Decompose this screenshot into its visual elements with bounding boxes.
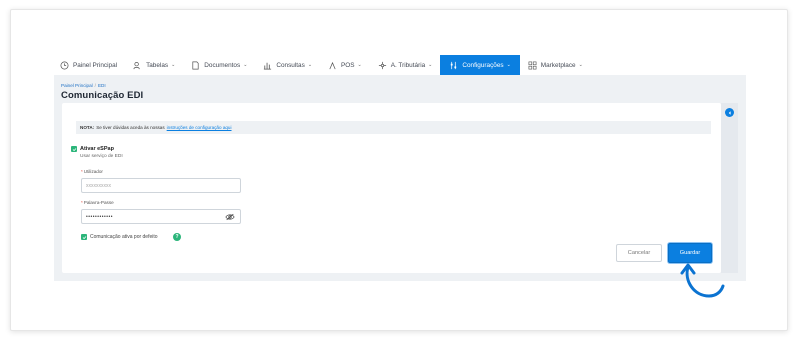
nav-item-configuracoes[interactable]: Configurações ⌄	[440, 55, 520, 75]
password-label-text: Palavra-Passe	[83, 200, 114, 205]
nav-item-documentos[interactable]: Documentos ⌄	[183, 55, 255, 75]
chevron-down-icon: ⌄	[428, 62, 433, 68]
nav-label: A. Tributária	[390, 61, 426, 69]
collapse-panel-icon[interactable]	[725, 108, 734, 117]
nav-item-painel-principal[interactable]: Painel Principal	[54, 55, 125, 75]
nav-label: Documentos	[204, 61, 241, 69]
nav-item-tabelas[interactable]: Tabelas ⌄	[125, 55, 183, 75]
default-communication-label: Comunicação ativa por defeito	[90, 234, 158, 240]
enable-espap-label: Ativar eSPap	[80, 146, 114, 152]
nav-item-consultas[interactable]: Consultas ⌄	[255, 55, 320, 75]
password-label: *Palavra-Passe	[81, 200, 114, 205]
network-icon	[378, 61, 387, 70]
breadcrumb-separator: /	[94, 83, 96, 88]
chevron-down-icon: ⌄	[243, 62, 248, 68]
clock-icon	[60, 61, 69, 70]
nav-item-a-tributaria[interactable]: A. Tributária ⌄	[370, 55, 441, 75]
nav-label: POS	[341, 61, 355, 69]
required-marker: *	[81, 200, 83, 205]
curved-arrow-icon	[680, 263, 725, 298]
breadcrumb-home[interactable]: Painel Principal	[61, 83, 93, 88]
enable-espap-description: Usar serviço de EDI	[80, 154, 123, 159]
default-communication-checkbox[interactable]	[81, 234, 87, 240]
username-label: *Utilizador	[81, 169, 103, 174]
save-button[interactable]: Guardar	[668, 243, 712, 263]
breadcrumb-current[interactable]: EDI	[98, 83, 106, 88]
nav-label: Configurações	[462, 61, 504, 69]
username-input[interactable]: xxxxxxxxxx	[81, 178, 241, 193]
breadcrumb: Painel Principal / EDI	[61, 83, 106, 88]
document-icon	[191, 61, 200, 70]
note-text: Se tiver dúvidas aceda às nossas	[96, 125, 165, 130]
chevron-down-icon: ⌄	[171, 62, 176, 68]
cancel-button[interactable]: Cancelar	[616, 244, 662, 262]
nav-item-pos[interactable]: POS ⌄	[320, 55, 370, 75]
password-input[interactable]: ••••••••••••	[81, 209, 241, 224]
nav-label: Tabelas	[146, 61, 169, 69]
chevron-down-icon: ⌄	[578, 62, 583, 68]
nav-label: Consultas	[276, 61, 305, 69]
top-navigation: Painel Principal Tabelas ⌄ Documentos ⌄ …	[54, 55, 746, 75]
nav-item-marketplace[interactable]: Marketplace ⌄	[520, 55, 591, 75]
grid-icon	[528, 61, 537, 70]
users-icon	[133, 61, 142, 70]
chevron-down-icon: ⌄	[307, 62, 313, 68]
username-value: xxxxxxxxxx	[86, 182, 111, 189]
settings-panel: NOTA: Se tiver dúvidas aceda às nossas i…	[62, 103, 721, 273]
note-prefix: NOTA:	[80, 125, 95, 130]
chevron-down-icon: ⌄	[506, 62, 511, 68]
sliders-icon	[449, 61, 458, 70]
password-value: ••••••••••••	[86, 213, 114, 220]
app-window: Painel Principal Tabelas ⌄ Documentos ⌄ …	[54, 55, 746, 281]
nav-label: Marketplace	[540, 61, 576, 69]
info-note: NOTA: Se tiver dúvidas aceda às nossas i…	[76, 121, 711, 134]
username-label-text: Utilizador	[83, 169, 103, 174]
chevron-down-icon: ⌄	[357, 62, 362, 68]
bar-chart-icon	[263, 61, 272, 70]
eye-off-icon[interactable]	[225, 213, 235, 221]
nav-label: Painel Principal	[73, 61, 118, 69]
pos-icon	[328, 61, 337, 70]
side-panel-strip	[721, 103, 738, 273]
enable-espap-checkbox[interactable]	[71, 146, 77, 152]
help-icon[interactable]: ?	[173, 233, 181, 241]
page-title: Comunicação EDI	[61, 90, 144, 101]
required-marker: *	[81, 169, 83, 174]
instructions-link[interactable]: instruções de configuração aqui	[167, 125, 232, 130]
